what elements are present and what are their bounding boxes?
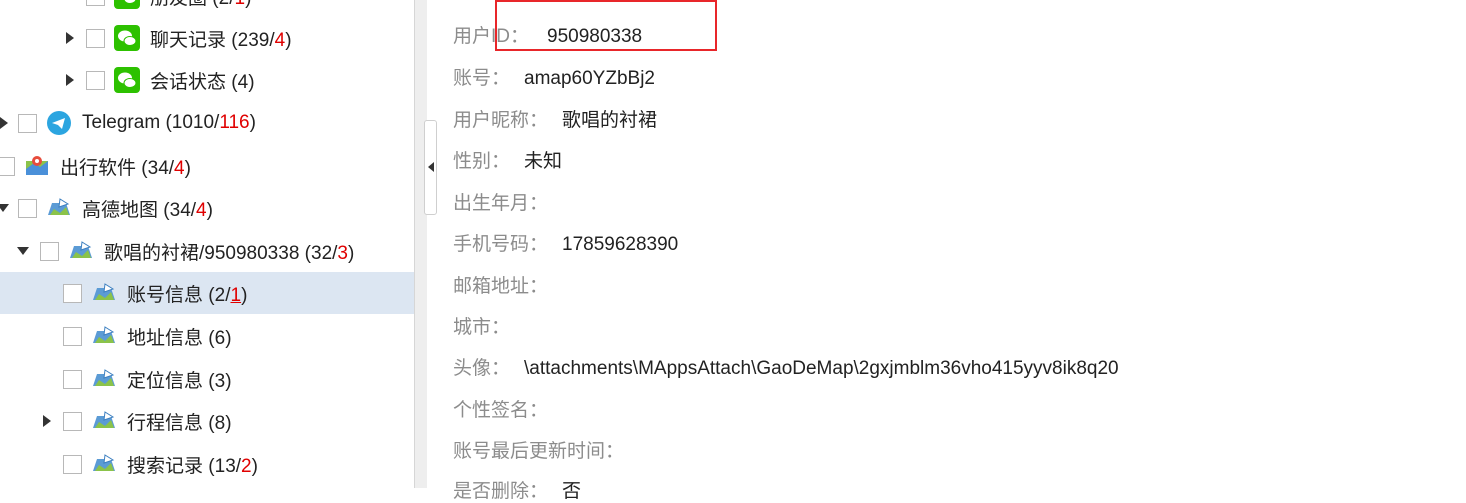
field-email: 邮箱地址： (453, 276, 549, 297)
expand-arrow-icon[interactable] (66, 74, 74, 86)
map-icon (48, 198, 70, 215)
tree-item-account[interactable]: 歌唱的衬裙/950980338 (32/3) (0, 230, 414, 272)
tree-item-label: 定位信息 (3) (127, 370, 232, 392)
field-gender: 性别： 未知 (453, 151, 563, 172)
collapse-arrow-icon[interactable] (17, 247, 29, 255)
map-icon (93, 326, 115, 343)
map-icon (93, 283, 115, 300)
tree-item-telegram[interactable]: Telegram (1010/116) (0, 102, 414, 144)
tree-item-label: 地址信息 (6) (127, 327, 232, 349)
tree-item-label: 高德地图 (34/4) (82, 199, 213, 221)
expand-arrow-icon[interactable] (66, 32, 74, 44)
checkbox[interactable] (0, 156, 15, 176)
chevron-left-icon (428, 162, 434, 172)
map-icon (93, 411, 115, 428)
tree-item-label: 会话状态 (4) (150, 71, 255, 93)
checkbox[interactable] (18, 198, 37, 218)
wechat-icon (114, 67, 140, 93)
checkbox[interactable] (86, 0, 105, 6)
checkbox[interactable] (63, 369, 82, 389)
tree-item-search-history[interactable]: 搜索记录 (13/2) (0, 443, 414, 485)
field-phone: 手机号码： 17859628390 (453, 234, 679, 255)
tree-item-label: 聊天记录 (239/4) (150, 29, 292, 51)
detail-panel: 用户ID： 950980338 账号： amap60YZbBj2 用户昵称： 歌唱的衬… (438, 0, 1466, 502)
tree-item-amap[interactable]: 高德地图 (34/4) (0, 187, 414, 229)
tree-item-address-info[interactable]: 地址信息 (6) (0, 315, 414, 357)
travel-app-icon (26, 156, 48, 175)
expand-arrow-icon[interactable] (43, 415, 51, 427)
field-birth: 出生年月： (453, 193, 549, 214)
highlight-annotation (495, 0, 717, 51)
checkbox[interactable] (40, 241, 59, 261)
field-last-updated: 账号最后更新时间： (453, 441, 625, 462)
field-signature: 个性签名： (453, 400, 549, 421)
tree-item-label: 歌唱的衬裙/950980338 (32/3) (104, 242, 355, 264)
telegram-icon (47, 111, 71, 135)
tree-item-label: 朋友圈 (2/1) (150, 0, 251, 10)
checkbox[interactable] (86, 28, 105, 48)
collapse-arrow-icon[interactable] (0, 204, 9, 212)
map-icon (70, 241, 92, 258)
checkbox[interactable] (18, 113, 37, 133)
checkbox[interactable] (86, 70, 105, 90)
wechat-icon (114, 25, 140, 51)
map-icon (93, 454, 115, 471)
expand-arrow-icon[interactable] (0, 117, 8, 129)
tree-item-account-info[interactable]: 账号信息 (2/1) (0, 272, 414, 314)
field-avatar: 头像： \attachments\MAppsAttach\GaoDeMap\2gx… (453, 358, 1119, 379)
tree-item-label: 搜索记录 (13/2) (127, 455, 258, 477)
field-city: 城市： (453, 317, 511, 338)
field-nickname: 用户昵称： 歌唱的衬裙 (453, 110, 658, 131)
tree-item-session-status[interactable]: 会话状态 (4) (0, 59, 414, 101)
checkbox[interactable] (63, 283, 82, 303)
tree-item-label: 账号信息 (2/1) (127, 284, 248, 306)
checkbox[interactable] (63, 411, 82, 431)
tree-panel: 朋友圈 (2/1) 聊天记录 (239/4) 会话状态 (4) (0, 0, 414, 488)
wechat-icon (114, 0, 140, 9)
tree-item-travel-apps[interactable]: 出行软件 (34/4) (0, 145, 414, 187)
checkbox[interactable] (63, 454, 82, 474)
checkbox[interactable] (63, 326, 82, 346)
tree-item-moments[interactable]: 朋友圈 (2/1) (0, 0, 414, 17)
tree-item-label: 行程信息 (8) (127, 412, 232, 434)
panel-splitter[interactable] (414, 0, 427, 488)
tree-item-label: 出行软件 (34/4) (60, 157, 191, 179)
collapse-panel-button[interactable] (424, 120, 437, 215)
tree-item-location-info[interactable]: 定位信息 (3) (0, 358, 414, 400)
field-account: 账号： amap60YZbBj2 (453, 68, 655, 89)
map-icon (93, 369, 115, 386)
tree-item-trip-info[interactable]: 行程信息 (8) (0, 400, 414, 442)
tree-item-label: Telegram (1010/116) (82, 112, 256, 133)
field-deleted: 是否删除：否 (453, 481, 582, 502)
tree-item-chat-records[interactable]: 聊天记录 (239/4) (0, 17, 414, 59)
